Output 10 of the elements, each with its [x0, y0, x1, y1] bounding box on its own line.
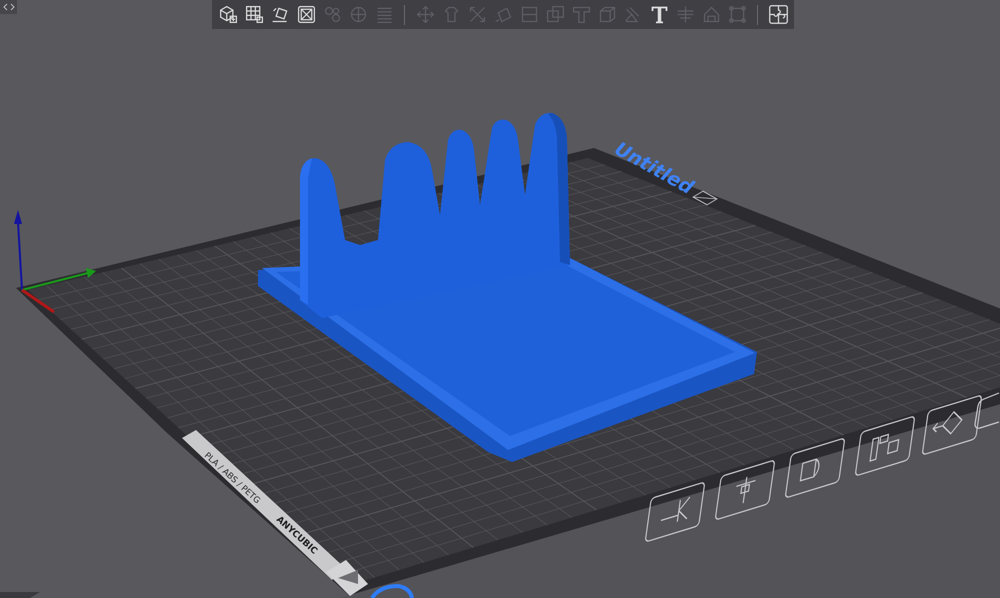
sidebar-toggle-button[interactable] [0, 0, 17, 14]
puzzle-icon[interactable] [766, 2, 790, 26]
panel-icon [854, 415, 916, 477]
corner-drawing [0, 592, 40, 598]
slider-icon [714, 459, 776, 521]
diamond-arrow-icon [922, 394, 982, 456]
arc-drawing [370, 584, 414, 598]
triangle-icon [338, 570, 358, 584]
print-head-icon [784, 437, 846, 499]
arrow-icon [644, 481, 706, 543]
